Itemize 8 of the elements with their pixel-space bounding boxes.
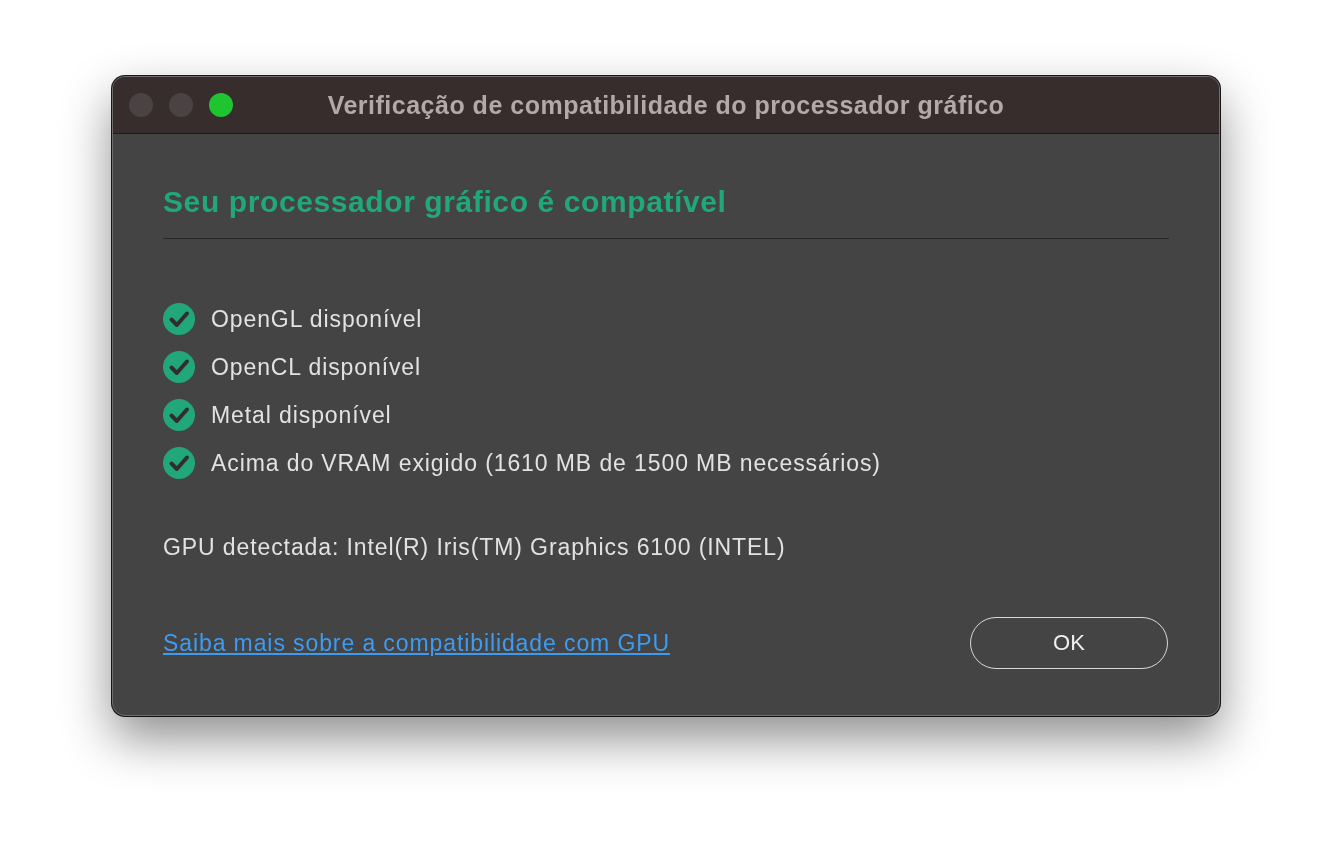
check-label: Acima do VRAM exigido (1610 MB de 1500 MB necessários) [211,449,881,477]
result-heading: Seu processador gráfico é compatível [163,184,727,220]
window-title: Verificação de compatibilidade do processador gráfico [326,90,1006,120]
zoom-button[interactable] [209,93,233,117]
check-label: OpenCL disponível [211,353,422,381]
check-label: OpenGL disponível [211,305,423,333]
check-label: Metal disponível [211,401,392,429]
gpu-info-text: GPU detectada: Intel(R) Iris(TM) Graphics 6100 (INTEL) [163,534,786,561]
